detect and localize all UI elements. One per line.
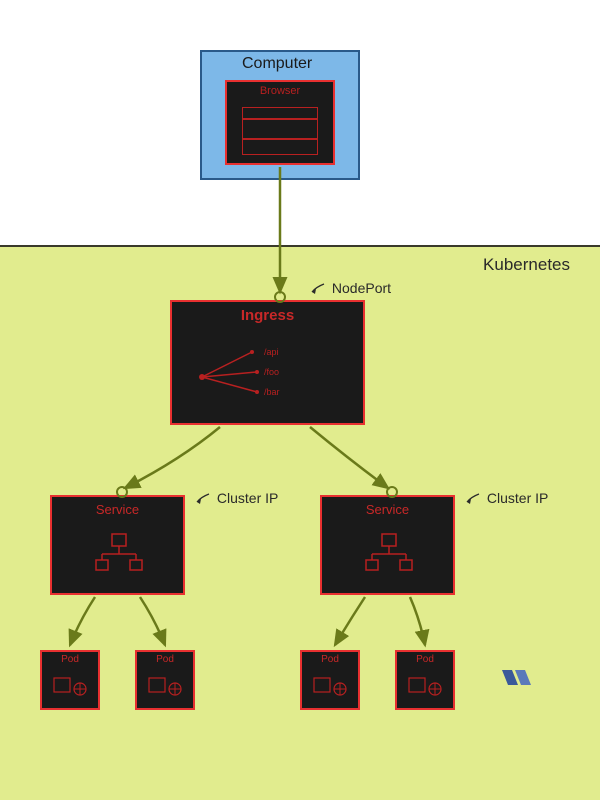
clusterip-text: Cluster IP [487,490,548,506]
pod-containers-icon [312,674,352,704]
arrow-pointer-icon [465,492,483,506]
pod-label: Pod [302,654,358,665]
pod-containers-icon [407,674,447,704]
svg-text:/bar: /bar [264,387,280,397]
browser-label: Browser [227,85,333,97]
pod-node: Pod [40,650,100,710]
pod-node: Pod [395,650,455,710]
service-node-right: Service [320,495,455,595]
ingress-routes-icon: /api /foo /bar [192,342,332,412]
service-label: Service [322,502,453,517]
ingress-label: Ingress [172,307,363,324]
watermark-logo [500,665,540,690]
service-label: Service [52,502,183,517]
kubernetes-boundary-line [0,245,600,247]
service-tree-icon [362,532,417,577]
service-tree-icon [92,532,147,577]
browser-window-icon [242,107,318,155]
nodeport-text: NodePort [332,280,391,296]
svg-text:/foo: /foo [264,367,279,377]
ingress-node: Ingress /api /foo /bar [170,300,365,425]
clusterip-annotation-right: Cluster IP [465,490,548,506]
clusterip-text: Cluster IP [217,490,278,506]
pod-label: Pod [137,654,193,665]
svg-text:/api: /api [264,347,279,357]
kubernetes-label: Kubernetes [483,255,570,275]
arrow-pointer-icon [195,492,213,506]
pod-node: Pod [300,650,360,710]
service-node-left: Service [50,495,185,595]
clusterip-annotation-left: Cluster IP [195,490,278,506]
pod-label: Pod [42,654,98,665]
arrow-pointer-icon [310,282,328,296]
pod-containers-icon [147,674,187,704]
nodeport-annotation: NodePort [310,280,391,296]
computer-label: Computer [242,55,312,73]
logo-icon [500,665,540,690]
pod-label: Pod [397,654,453,665]
browser-node: Browser [225,80,335,165]
pod-node: Pod [135,650,195,710]
diagram-canvas: Kubernetes Computer Browser Ingress /api… [0,0,600,800]
pod-containers-icon [52,674,92,704]
